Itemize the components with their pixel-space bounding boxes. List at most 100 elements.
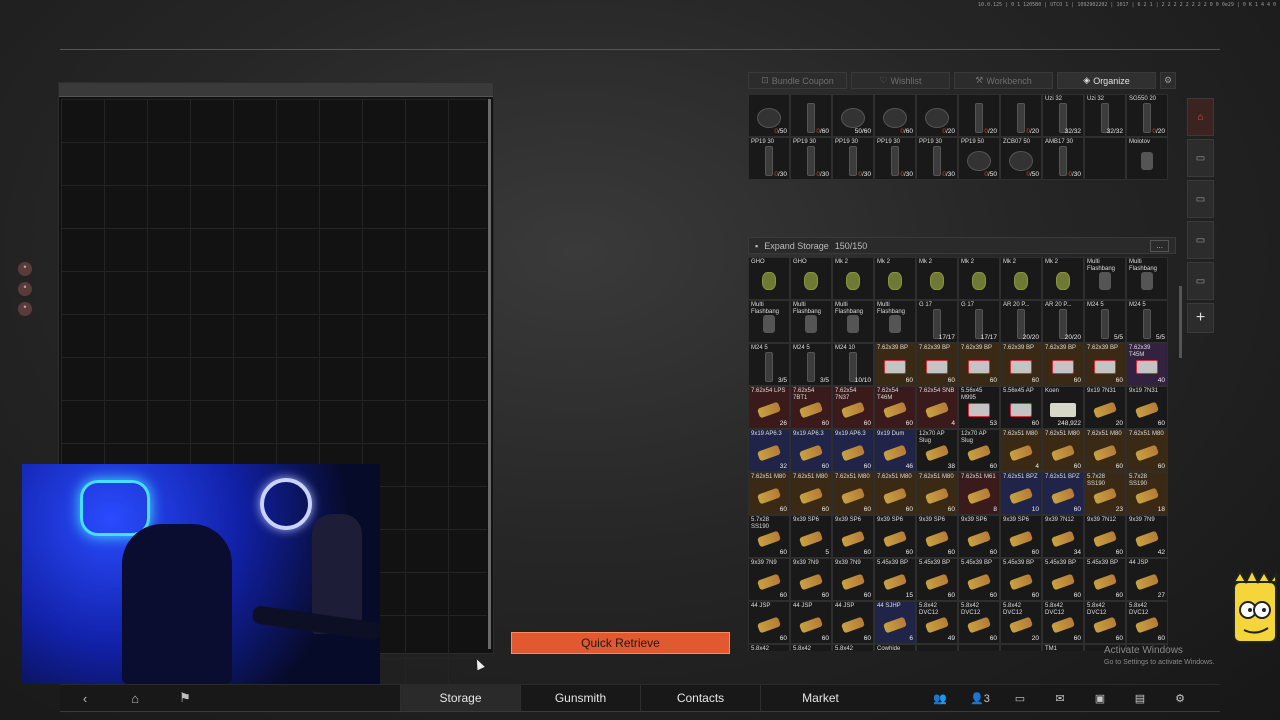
add-storage-button[interactable]: +: [1187, 303, 1214, 333]
inventory-slot[interactable]: Mk 2: [832, 257, 874, 300]
inventory-slot[interactable]: 0/60: [790, 94, 832, 137]
mail-icon[interactable]: ✉: [1040, 692, 1080, 705]
inventory-slot[interactable]: 9x19 AP6.3 60: [790, 429, 832, 472]
inventory-slot[interactable]: Mk 2: [1000, 257, 1042, 300]
loadout-scrollbar[interactable]: [488, 99, 491, 649]
inventory-slot[interactable]: 5.8x42 DVC12 20: [1000, 601, 1042, 644]
inventory-slot[interactable]: [1000, 644, 1042, 651]
inventory-slot[interactable]: 9x19 AP6.3 32: [748, 429, 790, 472]
inventory-slot[interactable]: 44 JSP 60: [832, 601, 874, 644]
nav-tab-storage[interactable]: Storage: [400, 685, 520, 711]
expand-storage-label[interactable]: Expand Storage: [764, 241, 829, 251]
inventory-slot[interactable]: SG550 20 0/20: [1126, 94, 1168, 137]
side-tab-home[interactable]: ⌂: [1187, 98, 1214, 136]
inventory-slot[interactable]: 7.62x54 SNB 4: [916, 386, 958, 429]
inventory-slot[interactable]: GHO: [748, 257, 790, 300]
back-arrow-icon[interactable]: ‹: [60, 691, 110, 706]
inventory-slot[interactable]: 7.62x51 M80 60: [832, 472, 874, 515]
side-tab-storage-3[interactable]: ▭: [1187, 221, 1214, 259]
inventory-slot[interactable]: GHO: [790, 257, 832, 300]
inventory-slot[interactable]: 5.56x45 M995 53: [958, 386, 1000, 429]
inventory-slot[interactable]: 7.62x51 M80 60: [1084, 429, 1126, 472]
inventory-slot[interactable]: M24 5 5/5: [1084, 300, 1126, 343]
inventory-slot[interactable]: 7.62x54 7BT1 60: [790, 386, 832, 429]
inventory-slot[interactable]: 7.62x51 M61 8: [958, 472, 1000, 515]
inventory-slot[interactable]: 0/20: [958, 94, 1000, 137]
inventory-slot[interactable]: 5.45x39 BP 60: [958, 558, 1000, 601]
inventory-slot[interactable]: M24 10 10/10: [832, 343, 874, 386]
inventory-slot[interactable]: 0/50: [748, 94, 790, 137]
inventory-slot[interactable]: 5.8x42: [748, 644, 790, 651]
inventory-slot[interactable]: 9x39 7N9 42: [1126, 515, 1168, 558]
inventory-slot[interactable]: M24 5 5/5: [1126, 300, 1168, 343]
inventory-slot[interactable]: 9x39 7N12 60: [1084, 515, 1126, 558]
inventory-slot[interactable]: 9x39 7N9 60: [748, 558, 790, 601]
inventory-slot[interactable]: Mk 2: [874, 257, 916, 300]
inventory-slot[interactable]: 5.45x39 BP 60: [1084, 558, 1126, 601]
storage-scrollbar[interactable]: [1179, 286, 1182, 358]
inventory-slot[interactable]: 7.62x39 BP 60: [874, 343, 916, 386]
inventory-slot[interactable]: 7.62x39 BP 60: [958, 343, 1000, 386]
inventory-slot[interactable]: 7.62x39 BP 60: [916, 343, 958, 386]
inventory-slot[interactable]: 7.62x51 M80 4: [1000, 429, 1042, 472]
inventory-slot[interactable]: Multi Flashbang: [832, 300, 874, 343]
inventory-slot[interactable]: PP19 30 0/30: [916, 137, 958, 180]
inventory-slot[interactable]: 9x39 SP6 5: [790, 515, 832, 558]
ally-icon[interactable]: •: [18, 302, 32, 316]
nav-tab-market[interactable]: Market: [760, 685, 880, 711]
inventory-slot[interactable]: 5.45x39 BP 60: [1000, 558, 1042, 601]
inventory-slot[interactable]: Multi Flashbang: [1126, 257, 1168, 300]
side-tab-storage-1[interactable]: ▭: [1187, 139, 1214, 177]
inventory-slot[interactable]: 50/60: [832, 94, 874, 137]
tab-bundle-coupon[interactable]: ⊡ Bundle Coupon: [748, 72, 847, 89]
inventory-slot[interactable]: 5.7x28 SS190 23: [1084, 472, 1126, 515]
side-tab-storage-2[interactable]: ▭: [1187, 180, 1214, 218]
inventory-slot[interactable]: Multi Flashbang: [748, 300, 790, 343]
inventory-slot[interactable]: Mk 2: [916, 257, 958, 300]
inventory-slot[interactable]: 7.62x39 BP 60: [1084, 343, 1126, 386]
inventory-slot[interactable]: TM1: [1042, 644, 1084, 651]
inventory-slot[interactable]: 5.8x42 DVC12 60: [1042, 601, 1084, 644]
inventory-slot[interactable]: 5.7x28 SS190 18: [1126, 472, 1168, 515]
inventory-slot[interactable]: 7.62x51 M80 60: [916, 472, 958, 515]
inventory-slot[interactable]: Mk 2: [1042, 257, 1084, 300]
inventory-slot[interactable]: 7.62x54 7N37 60: [832, 386, 874, 429]
tab-workbench[interactable]: ⚒ Workbench: [954, 72, 1053, 89]
inventory-slot[interactable]: AR 20 P... 20/20: [1000, 300, 1042, 343]
inventory-slot[interactable]: PP19 30 0/30: [832, 137, 874, 180]
inventory-slot[interactable]: 9x39 SP6 60: [832, 515, 874, 558]
inventory-slot[interactable]: 7.62x51 BPZ 60: [1042, 472, 1084, 515]
inventory-slot[interactable]: 5.7x28 SS190 60: [748, 515, 790, 558]
inventory-slot[interactable]: 9x39 SP6 60: [916, 515, 958, 558]
player-icon[interactable]: •: [18, 262, 32, 276]
inventory-slot[interactable]: 44 JSP 27: [1126, 558, 1168, 601]
inventory-slot[interactable]: 9x39 7N9 60: [790, 558, 832, 601]
inventory-slot[interactable]: 7.62x51 BPZ 10: [1000, 472, 1042, 515]
inventory-slot[interactable]: 44 SJHP 6: [874, 601, 916, 644]
inventory-slot[interactable]: 5.45x39 BP 15: [874, 558, 916, 601]
inventory-slot[interactable]: ZCB07 50 0/50: [1000, 137, 1042, 180]
inventory-slot[interactable]: PP19 30 0/30: [790, 137, 832, 180]
inventory-slot[interactable]: [958, 644, 1000, 651]
inventory-slot[interactable]: 7.62x39 T45M 40: [1126, 343, 1168, 386]
chat-icon[interactable]: ▭: [1000, 692, 1040, 705]
side-tab-storage-4[interactable]: ▭: [1187, 262, 1214, 300]
inventory-slot[interactable]: AR 20 P... 20/20: [1042, 300, 1084, 343]
inventory-slot[interactable]: AMB17 30 0/30: [1042, 137, 1084, 180]
tab-organize[interactable]: ◈ Organize: [1057, 72, 1156, 89]
inventory-slot[interactable]: 7.62x39 BP 60: [1042, 343, 1084, 386]
inventory-slot[interactable]: 44 JSP 60: [790, 601, 832, 644]
inventory-slot[interactable]: 9x19 7N31 20: [1084, 386, 1126, 429]
inventory-slot[interactable]: 0/60: [874, 94, 916, 137]
inventory-slot[interactable]: Multi Flashbang: [790, 300, 832, 343]
inventory-slot[interactable]: PP19 30 0/30: [874, 137, 916, 180]
settings-gear-icon[interactable]: ⚙: [1160, 692, 1200, 705]
inventory-slot[interactable]: Multi Flashbang: [874, 300, 916, 343]
flag-icon[interactable]: ⚑: [160, 690, 210, 706]
inventory-slot[interactable]: 5.56x45 AP 60: [1000, 386, 1042, 429]
nav-tab-gunsmith[interactable]: Gunsmith: [520, 685, 640, 711]
quick-retrieve-button[interactable]: Quick Retrieve: [511, 632, 730, 654]
inventory-slot[interactable]: Molotov: [1126, 137, 1168, 180]
nav-tab-contacts[interactable]: Contacts: [640, 685, 760, 711]
inventory-slot[interactable]: 5.8x42 DVC12 60: [958, 601, 1000, 644]
